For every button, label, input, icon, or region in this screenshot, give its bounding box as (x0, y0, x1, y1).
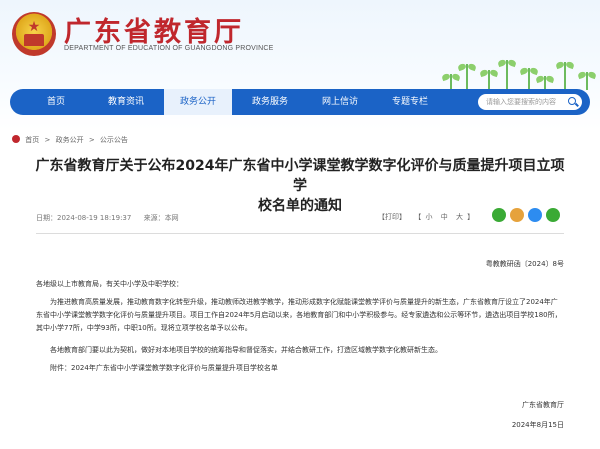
main-nav: 首页 教育资讯 政务公开 政务服务 网上信访 专题专栏 (10, 89, 590, 115)
print-link[interactable]: 【打印】 (378, 213, 406, 221)
breadcrumb-home[interactable]: 首页 (25, 136, 39, 144)
search-input[interactable] (486, 95, 566, 109)
font-size-large[interactable]: 大 (456, 213, 463, 221)
font-size-bracket-close: 】 (467, 213, 475, 221)
weibo-icon[interactable] (510, 208, 524, 222)
body-paragraph-1: 为推进教育高质量发展，推动教育数字化转型升级，推动教师改进教学教学，推动形成数字… (36, 298, 562, 332)
article-title-line-1: 广东省教育厅关于公布2024年广东省中小学课堂教学数字化评价与质量提升项目立项学 (35, 158, 565, 194)
site-header: ★ 广东省教育厅 DEPARTMENT OF EDUCATION OF GUAN… (0, 0, 600, 130)
breadcrumb-separator: > (44, 136, 51, 144)
attachment-link[interactable]: 附件：2024年广东省中小学课堂教学数字化评价与质量提升项目学校名单 (36, 362, 564, 375)
font-size-bracket-open: 【 (414, 213, 422, 221)
divider (36, 233, 564, 234)
nav-special-topics[interactable]: 专题专栏 (376, 89, 444, 115)
nav-education-news[interactable]: 教育资讯 (92, 89, 160, 115)
article-source: 来源：本网 (143, 214, 179, 222)
nav-online-petition[interactable]: 网上信访 (306, 89, 374, 115)
qzone-icon[interactable] (546, 208, 560, 222)
search-icon[interactable] (568, 97, 576, 105)
document-number: 粤教教研函〔2024〕8号 (485, 260, 564, 268)
article-title: 广东省教育厅关于公布2024年广东省中小学课堂教学数字化评价与质量提升项目立项学… (30, 156, 570, 216)
signature-date: 2024年8月15日 (511, 421, 564, 429)
national-emblem-logo: ★ (12, 12, 56, 56)
breadcrumb-announcements[interactable]: 公示公告 (100, 136, 128, 144)
addressee: 各地级以上市教育局，有关中小学及中职学校： (36, 280, 183, 288)
site-title: 广东省教育厅 (64, 17, 244, 48)
article-tools: 【打印】 【 小 中 大 】 (378, 212, 480, 222)
site-subtitle: DEPARTMENT OF EDUCATION OF GUANGDONG PRO… (64, 45, 274, 52)
signature-organization: 广东省教育厅 (522, 401, 564, 409)
qq-icon[interactable] (528, 208, 542, 222)
wechat-icon[interactable] (492, 208, 506, 222)
nav-government-affairs-open[interactable]: 政务公开 (164, 89, 232, 115)
nav-government-services[interactable]: 政务服务 (236, 89, 304, 115)
nav-home[interactable]: 首页 (30, 89, 82, 115)
font-size-medium[interactable]: 中 (441, 213, 448, 221)
publish-date: 日期：2024-08-19 18:19:37 (36, 214, 132, 222)
breadcrumb-separator: > (88, 136, 95, 144)
breadcrumb: 首页 > 政务公开 > 公示公告 (12, 134, 131, 146)
breadcrumb-government-affairs[interactable]: 政务公开 (56, 136, 84, 144)
search-box (478, 94, 582, 110)
article-meta: 日期：2024-08-19 18:19:37 来源：本网 (36, 213, 189, 223)
font-size-small[interactable]: 小 (425, 213, 432, 221)
sprout-decoration (440, 50, 600, 90)
location-icon (12, 135, 20, 143)
body-paragraph-2: 各地教育部门要以此为契机，做好对本地项目学校的统筹指导和督促落实，并结合教研工作… (50, 346, 442, 354)
